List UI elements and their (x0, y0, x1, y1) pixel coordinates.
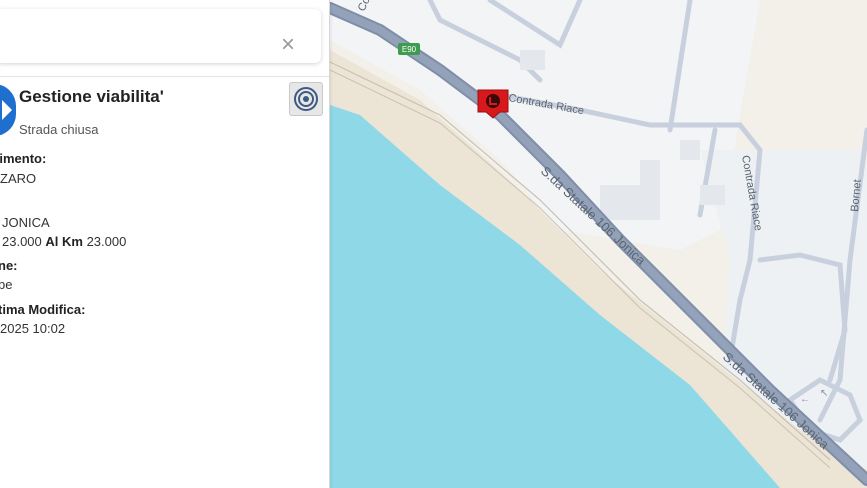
compartimento-label: rtimento: (0, 151, 47, 166)
road-closed-icon (486, 94, 500, 108)
close-button[interactable]: × (277, 33, 299, 57)
km-range-value: 23.000 Al Km 23.000 (2, 234, 126, 249)
km-to-value: 23.000 (86, 234, 127, 249)
direction-arrow-icon: ↖ (820, 388, 828, 399)
km-from-value: 23.000 (2, 234, 42, 249)
event-subtitle: Strada chiusa (19, 122, 99, 137)
direction-label: ne: (0, 258, 18, 273)
building (640, 160, 660, 185)
details-panel: × Gestione viabilita' Strada chiusa rtim… (0, 0, 330, 488)
event-title: Gestione viabilita' (19, 87, 164, 106)
search-box[interactable]: × (0, 9, 321, 63)
road-shield-text: E90 (402, 45, 417, 54)
compartimento-value: ZARO (0, 171, 37, 186)
building (520, 50, 545, 70)
building (680, 140, 700, 160)
target-icon (294, 87, 318, 111)
locate-target-button[interactable] (289, 82, 323, 116)
traffic-direction-icon (0, 84, 16, 136)
direction-value: be (0, 277, 13, 292)
last-modified-value: 2025 10:02 (0, 321, 66, 336)
panel-divider (0, 76, 329, 77)
building (600, 185, 660, 220)
building (700, 185, 725, 205)
km-to-label: Al Km (45, 234, 83, 249)
last-modified-label: tima Modifica: (0, 302, 86, 317)
road-value: JONICA (2, 215, 50, 230)
direction-arrow-icon: ← (800, 394, 810, 405)
